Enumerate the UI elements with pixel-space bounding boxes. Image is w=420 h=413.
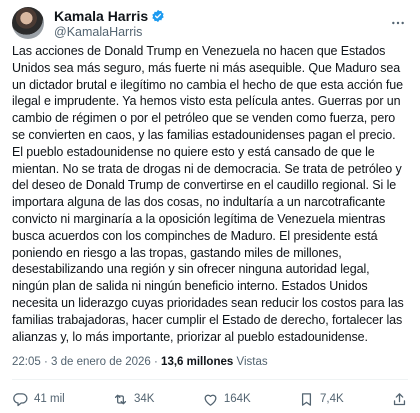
- reply-button[interactable]: 41 mil: [12, 391, 65, 408]
- post-header: Kamala Harris @KamalaHarris: [12, 7, 408, 41]
- views-count: 13,6 millones: [161, 356, 234, 368]
- repost-icon: [114, 394, 127, 404]
- verified-badge-icon: [152, 9, 164, 23]
- more-icon[interactable]: [388, 13, 408, 33]
- reply-count: 41 mil: [34, 393, 65, 405]
- like-count: 164K: [223, 393, 251, 405]
- views-label: Vistas: [236, 356, 268, 368]
- repost-button[interactable]: 34K: [112, 391, 154, 408]
- reply-icon: [13, 392, 28, 406]
- author-name-row: Kamala Harris: [54, 8, 165, 24]
- share-icon: [393, 392, 406, 405]
- post-meta: 22:05 · 3 de enero de 2026 · 13,6 millon…: [12, 356, 268, 368]
- post-text: Las acciones de Donald Trump en Venezuel…: [12, 44, 408, 344]
- bookmark-button[interactable]: 7,4K: [298, 391, 344, 408]
- action-bar: 41 mil 34K 164K 7,4K: [12, 389, 408, 409]
- author-name[interactable]: Kamala Harris: [54, 8, 148, 24]
- post-time[interactable]: 22:05: [12, 356, 41, 368]
- meta-separator: ·: [43, 356, 48, 368]
- bookmark-count: 7,4K: [320, 393, 344, 405]
- post-date[interactable]: 3 de enero de 2026: [51, 356, 151, 368]
- avatar[interactable]: [12, 7, 44, 39]
- share-button[interactable]: [391, 391, 408, 408]
- like-button[interactable]: 164K: [202, 391, 251, 408]
- like-icon: [204, 394, 217, 406]
- bookmark-icon: [301, 392, 312, 406]
- repost-count: 34K: [134, 393, 155, 405]
- divider: [12, 379, 408, 380]
- meta-separator: ·: [154, 356, 158, 368]
- author-handle[interactable]: @KamalaHarris: [54, 25, 142, 39]
